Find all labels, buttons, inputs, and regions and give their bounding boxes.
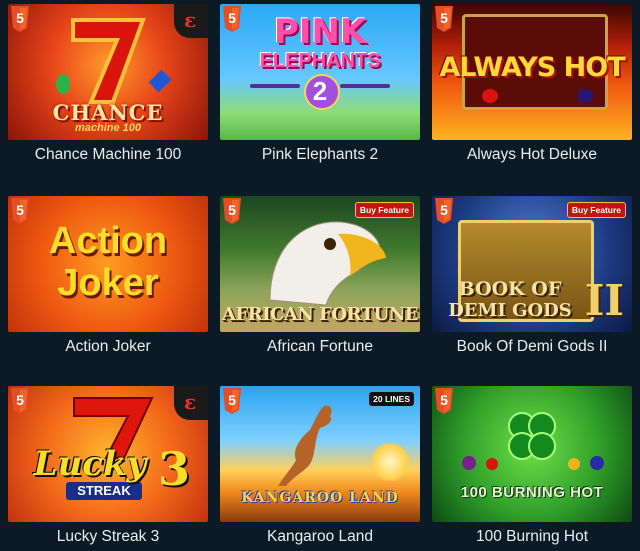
game-title[interactable]: Kangaroo Land — [212, 528, 428, 546]
provider-logo-icon: ε — [174, 4, 208, 38]
game-tile-chance-machine-100[interactable]: 5 ε CHANCE machine 100 Chance Machine 10… — [8, 4, 208, 163]
game-thumbnail[interactable]: 5 ε Lucky STREAK 3 — [8, 386, 208, 522]
game-thumbnail[interactable]: 5 100 BURNING HOT — [432, 386, 632, 522]
game-tile-100-burning-hot[interactable]: 5 100 BURNING HOT 100 Burning Hot — [432, 386, 632, 545]
game-title[interactable]: African Fortune — [212, 338, 428, 356]
plum-icon — [462, 456, 476, 470]
buy-feature-badge: Buy Feature — [566, 202, 626, 218]
buy-feature-badge: Buy Feature — [354, 202, 414, 218]
html5-label: 5 — [228, 10, 236, 26]
game-art-number: II — [584, 276, 624, 325]
plum-icon — [577, 89, 593, 103]
game-art-number: 2 — [312, 76, 328, 106]
clover-icon — [508, 412, 556, 460]
game-title[interactable]: Action Joker — [0, 338, 216, 356]
grape-icon — [590, 456, 604, 470]
seven-symbol-icon — [71, 18, 146, 104]
game-tile-pink-elephants-2[interactable]: 5 PINK ELEPHANTS 2 Pink Elephants 2 — [220, 4, 420, 163]
html5-label: 5 — [440, 10, 448, 26]
game-art-subtitle: machine 100 — [74, 122, 142, 134]
game-tile-action-joker[interactable]: 5 Action Joker Action Joker — [8, 196, 208, 355]
eagle-head-icon — [269, 221, 386, 305]
kangaroo-icon — [278, 405, 332, 486]
provider-logo-icon: ε — [174, 386, 208, 420]
game-tile-lucky-streak-3[interactable]: 5 ε Lucky STREAK 3 Lucky Streak 3 — [8, 386, 208, 545]
game-art-title: BOOK OF — [458, 278, 562, 300]
game-thumbnail[interactable]: 5 PINK ELEPHANTS 2 — [220, 4, 420, 140]
game-art-title: KANGAROO LAND — [241, 490, 399, 506]
game-tile-kangaroo-land[interactable]: 5 20 LINES KANGAROO LAND Kangaroo Land — [220, 386, 420, 545]
html5-label: 5 — [228, 202, 236, 218]
game-tile-book-of-demi-gods-2[interactable]: 5 Buy Feature BOOK OF DEMI GODS II Book … — [432, 196, 632, 355]
game-title[interactable]: Book Of Demi Gods II — [424, 338, 640, 356]
html5-label: 5 — [16, 10, 24, 26]
html5-label: 5 — [16, 392, 24, 408]
game-title[interactable]: Chance Machine 100 — [0, 146, 216, 164]
game-thumbnail[interactable]: 5 Buy Feature AFRICAN FORTUNE — [220, 196, 420, 332]
game-art-subtitle: ELEPHANTS — [259, 50, 381, 72]
game-thumbnail[interactable]: 5 20 LINES KANGAROO LAND — [220, 386, 420, 522]
game-tile-always-hot-deluxe[interactable]: 5 ALWAYS HOT Always Hot Deluxe — [432, 4, 632, 163]
clover-icon — [56, 74, 70, 94]
html5-label: 5 — [440, 392, 448, 408]
game-thumbnail[interactable]: 5 ALWAYS HOT — [432, 4, 632, 140]
cherry-icon — [482, 89, 498, 103]
game-art-title: PINK — [273, 12, 367, 52]
game-art-title: ALWAYS HOT — [439, 52, 625, 83]
game-art-subtitle: Joker — [57, 262, 159, 304]
html5-label: 5 — [440, 202, 448, 218]
game-thumbnail[interactable]: 5 ε CHANCE machine 100 — [8, 4, 208, 140]
game-title[interactable]: Pink Elephants 2 — [212, 146, 428, 164]
game-thumbnail[interactable]: 5 Buy Feature BOOK OF DEMI GODS II — [432, 196, 632, 332]
game-thumbnail[interactable]: 5 Action Joker — [8, 196, 208, 332]
lines-badge: 20 LINES — [369, 392, 414, 406]
game-title[interactable]: Always Hot Deluxe — [424, 146, 640, 164]
game-art-title: 100 BURNING HOT — [460, 484, 604, 501]
game-art-number: 3 — [158, 442, 191, 496]
game-title[interactable]: 100 Burning Hot — [424, 528, 640, 546]
orange-icon — [568, 458, 580, 470]
game-tile-african-fortune[interactable]: 5 Buy Feature AFRICAN FORTUNE African Fo… — [220, 196, 420, 355]
game-art-title: Action — [48, 220, 168, 262]
html5-label: 5 — [16, 202, 24, 218]
game-grid: 5 ε CHANCE machine 100 Chance Machine 10… — [0, 0, 640, 551]
game-art-subtitle: DEMI GODS — [448, 300, 572, 321]
sun-icon — [370, 442, 410, 482]
game-title[interactable]: Lucky Streak 3 — [0, 528, 216, 546]
cherry-icon — [486, 458, 498, 470]
game-art-title: AFRICAN FORTUNE — [221, 304, 419, 325]
html5-label: 5 — [228, 392, 236, 408]
